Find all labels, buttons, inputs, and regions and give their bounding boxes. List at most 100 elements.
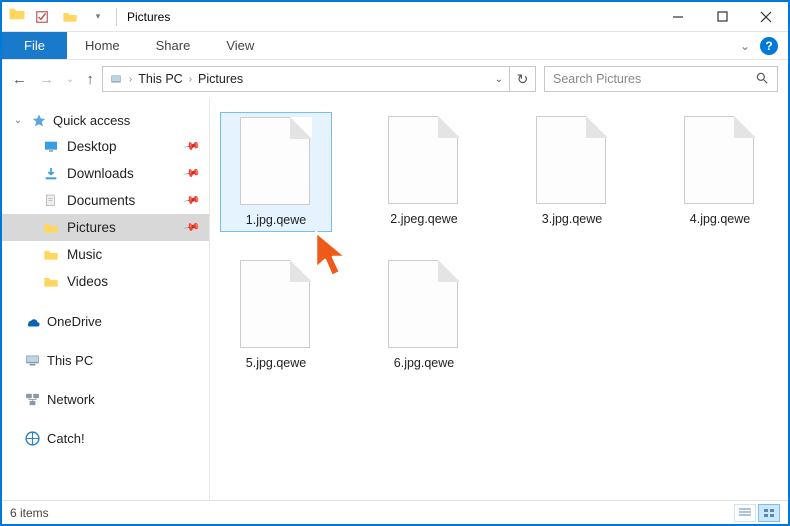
crumb-root-icon[interactable] (103, 72, 127, 86)
refresh-button[interactable]: ↻ (510, 66, 536, 92)
sidebar-item-label: Documents (67, 193, 135, 208)
window-title: Pictures (127, 10, 170, 24)
pin-icon: 📌 (183, 164, 202, 183)
file-thumb-icon (684, 116, 756, 206)
address-dropdown-icon[interactable]: ⌄ (489, 74, 509, 85)
sidebar-item-label: Videos (67, 274, 108, 289)
file-item[interactable]: 4.jpg.qewe (664, 112, 776, 232)
statusbar: 6 items (2, 500, 788, 524)
help-icon[interactable]: ? (760, 37, 778, 55)
ribbon-expand-icon[interactable]: ⌄ (740, 39, 750, 53)
sidebar-item-pictures[interactable]: Pictures 📌 (2, 214, 209, 241)
file-item[interactable]: 2.jpeg.qewe (368, 112, 480, 232)
navbar: ← → ⌄ ↑ › This PC › Pictures ⌄ ↻ Search … (2, 60, 788, 98)
crumb-this-pc[interactable]: This PC (134, 72, 186, 86)
view-buttons (734, 504, 780, 522)
search-input[interactable]: Search Pictures (544, 66, 778, 92)
pictures-icon (42, 219, 59, 236)
sidebar-item-label: Pictures (67, 220, 116, 235)
sidebar-network-label: Network (47, 392, 95, 407)
titlebar-divider (116, 8, 117, 26)
ribbon: File Home Share View ⌄ ? (2, 32, 788, 60)
file-name: 4.jpg.qewe (690, 212, 750, 226)
sidebar-item-videos[interactable]: Videos (2, 268, 209, 295)
file-tab[interactable]: File (2, 32, 67, 59)
file-name: 6.jpg.qewe (394, 356, 454, 370)
details-view-button[interactable] (734, 504, 756, 522)
addressbar[interactable]: › This PC › Pictures ⌄ (102, 66, 510, 92)
sidebar-item-downloads[interactable]: Downloads 📌 (2, 160, 209, 187)
music-icon (42, 246, 59, 263)
icons-view-button[interactable] (758, 504, 780, 522)
tab-view[interactable]: View (208, 32, 272, 59)
close-button[interactable] (744, 2, 788, 32)
sidebar-item-music[interactable]: Music (2, 241, 209, 268)
tab-home[interactable]: Home (67, 32, 138, 59)
network-icon (24, 391, 41, 408)
nav-arrows: ← → ⌄ ↑ (12, 71, 94, 88)
sidebar-item-label: Music (67, 247, 102, 262)
sidebar-onedrive[interactable]: OneDrive (2, 309, 209, 334)
app-folder-icon (8, 5, 26, 28)
crumb-sep-icon[interactable]: › (127, 74, 134, 85)
up-button[interactable]: ↑ (86, 71, 94, 88)
downloads-icon (42, 165, 59, 182)
file-item[interactable]: 5.jpg.qewe (220, 256, 332, 374)
star-icon (30, 112, 47, 129)
forward-button[interactable]: → (39, 71, 54, 88)
status-count: 6 items (10, 506, 49, 520)
sidebar-this-pc-label: This PC (47, 353, 93, 368)
file-item[interactable]: 6.jpg.qewe (368, 256, 480, 374)
sidebar-item-label: Downloads (67, 166, 134, 181)
sidebar-catch-label: Catch! (47, 431, 85, 446)
file-item[interactable]: 1.jpg.qewe (220, 112, 332, 232)
qat-customize-icon[interactable]: ▾ (86, 6, 110, 28)
pin-icon: 📌 (183, 218, 202, 237)
file-thumb-icon (240, 117, 312, 207)
maximize-button[interactable] (700, 2, 744, 32)
file-thumb-icon (388, 260, 460, 350)
file-name: 2.jpeg.qewe (390, 212, 457, 226)
sidebar-catch[interactable]: Catch! (2, 426, 209, 451)
recent-dropdown-icon[interactable]: ⌄ (66, 74, 74, 85)
videos-icon (42, 273, 59, 290)
sidebar-item-label: Desktop (67, 139, 117, 154)
sidebar-item-desktop[interactable]: Desktop 📌 (2, 133, 209, 160)
back-button[interactable]: ← (12, 71, 27, 88)
desktop-icon (42, 138, 59, 155)
search-placeholder: Search Pictures (553, 72, 641, 86)
sidebar-quick-access[interactable]: ⌄ Quick access (2, 108, 209, 133)
file-thumb-icon (240, 260, 312, 350)
qat-properties-icon[interactable] (30, 6, 54, 28)
quick-access-toolbar: ▾ (2, 5, 110, 28)
qat-newfolder-icon[interactable] (58, 6, 82, 28)
pin-icon: 📌 (183, 137, 202, 156)
sidebar-this-pc[interactable]: This PC (2, 348, 209, 373)
sidebar-network[interactable]: Network (2, 387, 209, 412)
sidebar-item-documents[interactable]: Documents 📌 (2, 187, 209, 214)
onedrive-icon (24, 313, 41, 330)
pin-icon: 📌 (183, 191, 202, 210)
file-name: 3.jpg.qewe (542, 212, 602, 226)
file-name: 5.jpg.qewe (246, 356, 306, 370)
file-name: 1.jpg.qewe (246, 213, 306, 227)
this-pc-icon (24, 352, 41, 369)
documents-icon (42, 192, 59, 209)
content-pane[interactable]: 1.jpg.qewe 2.jpeg.qewe 3.jpg.qewe 4.jpg.… (210, 98, 788, 500)
crumb-sep-icon[interactable]: › (187, 74, 194, 85)
file-thumb-icon (388, 116, 460, 206)
sidebar-quick-access-label: Quick access (53, 113, 130, 128)
minimize-button[interactable] (656, 2, 700, 32)
file-thumb-icon (536, 116, 608, 206)
crumb-pictures[interactable]: Pictures (194, 72, 247, 86)
catch-icon (24, 430, 41, 447)
file-item[interactable]: 3.jpg.qewe (516, 112, 628, 232)
sidebar: ⌄ Quick access Desktop 📌 Downloads 📌 Doc… (2, 98, 210, 500)
caret-icon: ⌄ (12, 115, 24, 126)
titlebar: ▾ Pictures (2, 2, 788, 32)
tab-share[interactable]: Share (138, 32, 209, 59)
sidebar-onedrive-label: OneDrive (47, 314, 102, 329)
search-icon[interactable] (755, 71, 769, 88)
window-controls (656, 2, 788, 32)
main: ⌄ Quick access Desktop 📌 Downloads 📌 Doc… (2, 98, 788, 500)
